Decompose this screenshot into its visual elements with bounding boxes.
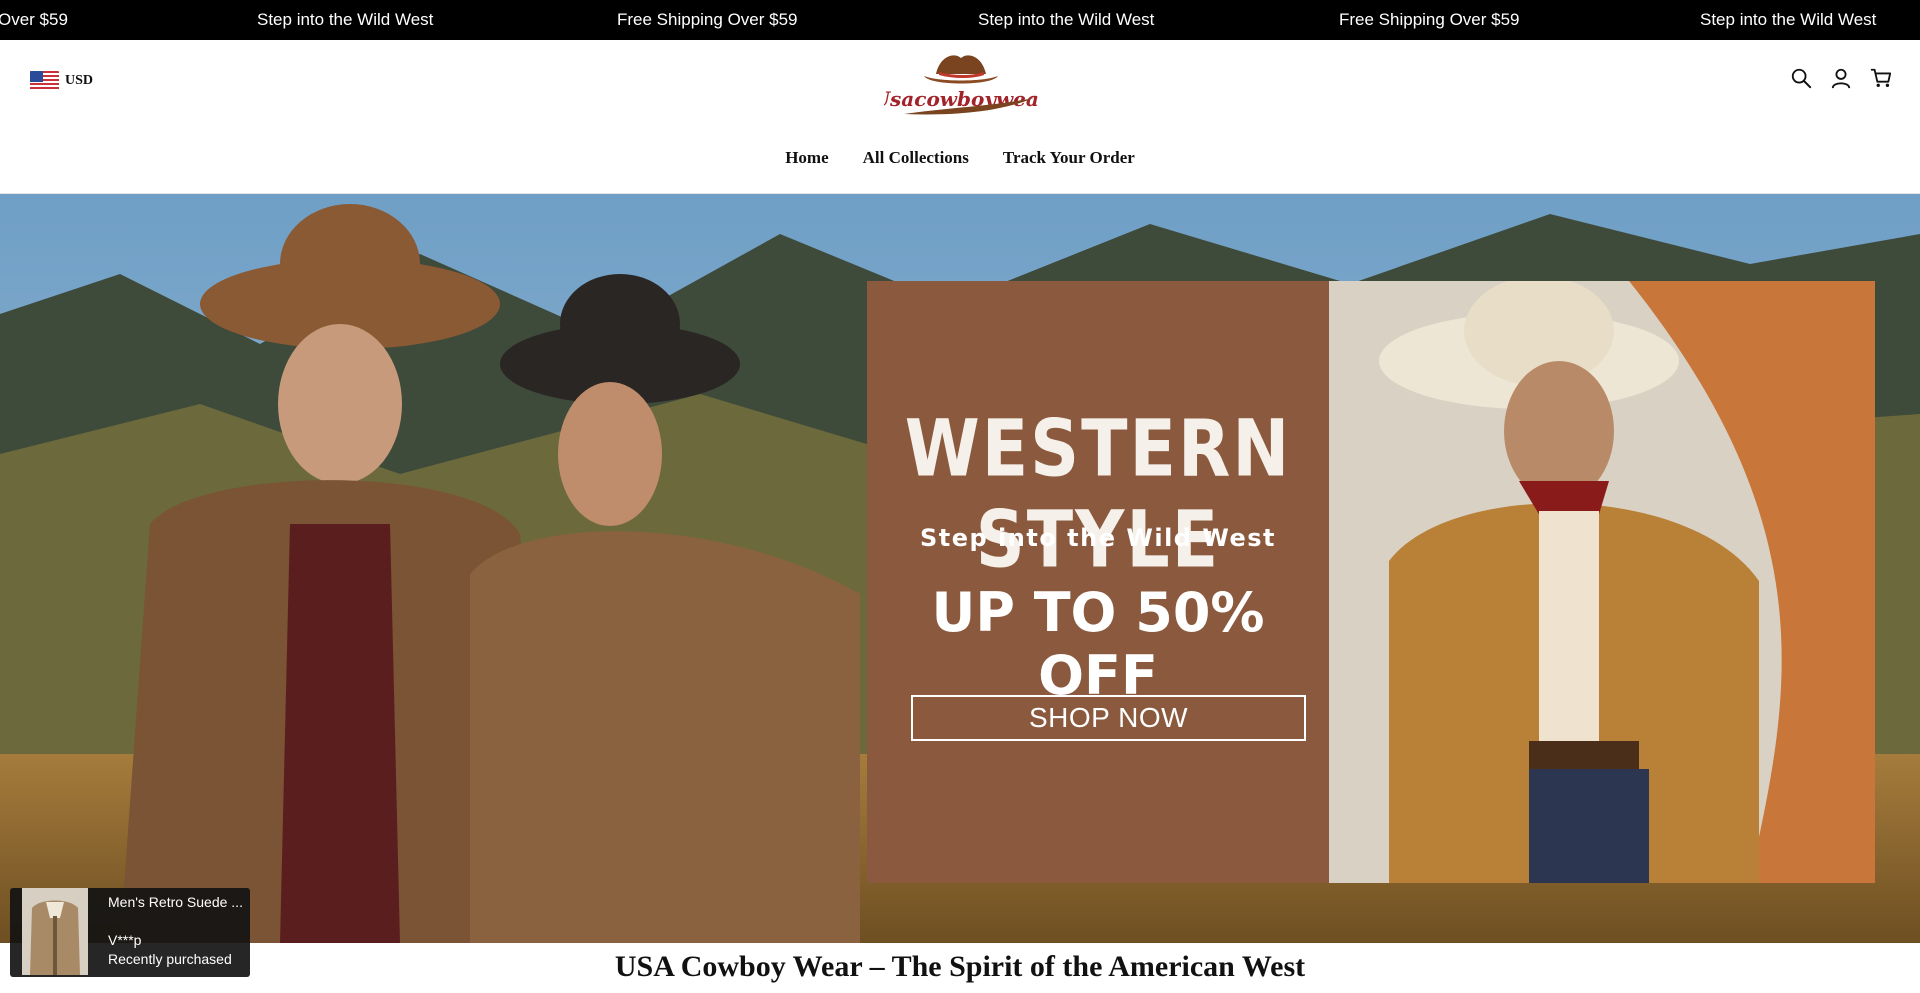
search-icon[interactable] bbox=[1790, 67, 1812, 89]
product-thumbnail bbox=[22, 888, 88, 975]
header-actions bbox=[1790, 67, 1892, 89]
hero-banner[interactable]: WESTERN STYLE Step into the Wild West UP… bbox=[0, 194, 1920, 943]
currency-selector[interactable]: USD bbox=[30, 71, 93, 91]
nav-item-home[interactable]: Home bbox=[785, 148, 828, 168]
promo-panel: WESTERN STYLE Step into the Wild West UP… bbox=[867, 281, 1329, 883]
shop-now-button[interactable]: SHOP NOW bbox=[911, 695, 1306, 741]
recent-purchase-popup[interactable]: Men's Retro Suede ... V***p Recently pur… bbox=[10, 888, 250, 977]
announcement-message: Free Shipping Over $59 bbox=[1339, 10, 1520, 29]
announcement-message: Step into the Wild West bbox=[978, 10, 1155, 29]
promo-model-image bbox=[1329, 281, 1875, 883]
promo-subtitle: Step into the Wild West bbox=[919, 524, 1276, 552]
currency-code: USD bbox=[65, 73, 94, 88]
us-flag-icon bbox=[30, 71, 59, 91]
promo-offer: UP TO 50% OFF bbox=[931, 581, 1265, 707]
section-heading: USA Cowboy Wear – The Spirit of the Amer… bbox=[614, 950, 1306, 983]
site-logo[interactable]: Usacowboywear bbox=[873, 46, 1051, 120]
cart-icon[interactable] bbox=[1870, 67, 1892, 89]
announcement-message: Over $59 bbox=[0, 10, 68, 29]
announcement-message: Step into the Wild West bbox=[257, 10, 434, 29]
account-icon[interactable] bbox=[1830, 67, 1852, 89]
main-nav: Home All Collections Track Your Order bbox=[0, 148, 1920, 168]
announcement-message: Free Shipping Over $59 bbox=[617, 10, 798, 29]
site-header: USD Usacowboywear Home All bbox=[0, 40, 1920, 194]
popup-status: Recently purchased bbox=[108, 951, 232, 967]
promo-title: WESTERN STYLE bbox=[904, 404, 1292, 586]
nav-item-track-order[interactable]: Track Your Order bbox=[1003, 148, 1135, 168]
logo-text: Usacowboywear bbox=[884, 87, 1038, 111]
announcement-message: Step into the Wild West bbox=[1700, 10, 1877, 29]
nav-item-all-collections[interactable]: All Collections bbox=[863, 148, 969, 168]
popup-product-name: Men's Retro Suede ... bbox=[108, 894, 243, 910]
popup-buyer-name: V***p bbox=[108, 932, 142, 948]
announcement-bar: Over $59 Step into the Wild West Free Sh… bbox=[0, 0, 1920, 40]
